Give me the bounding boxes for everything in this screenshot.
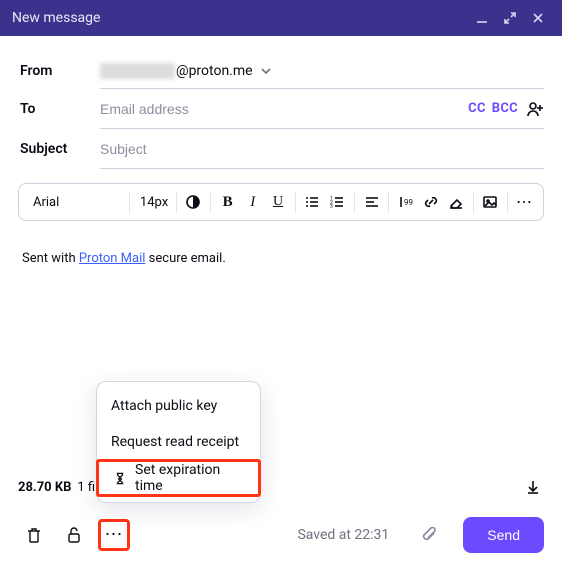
link-icon — [423, 194, 439, 210]
cc-button[interactable]: CC — [468, 101, 486, 116]
signature-suffix: secure email. — [145, 251, 225, 266]
svg-text:3: 3 — [330, 204, 333, 210]
number-list-button[interactable]: 123 — [325, 188, 350, 216]
image-icon — [482, 194, 498, 210]
bullet-list-button[interactable] — [300, 188, 325, 216]
underline-button[interactable]: U — [265, 188, 290, 216]
window-title: New message — [12, 10, 466, 26]
add-contact-icon — [526, 100, 544, 118]
delete-draft-button[interactable] — [18, 519, 50, 551]
align-button[interactable] — [359, 188, 384, 216]
expand-button[interactable] — [498, 6, 522, 30]
insert-image-button[interactable] — [478, 188, 503, 216]
menu-request-read-receipt[interactable]: Request read receipt — [97, 424, 260, 460]
encryption-button[interactable] — [58, 519, 90, 551]
signature: Sent with Proton Mail secure email. — [18, 251, 544, 266]
color-button[interactable] — [181, 188, 206, 216]
lock-open-icon — [65, 526, 83, 544]
align-left-icon — [364, 194, 380, 210]
titlebar: New message — [0, 0, 562, 36]
signature-link[interactable]: Proton Mail — [79, 251, 146, 266]
saved-status: Saved at 22:31 — [297, 527, 389, 543]
more-options-button[interactable]: ⋯ — [98, 519, 130, 551]
format-toolbar: Arial 14px B I U 123 99 — [18, 183, 544, 221]
clear-format-button[interactable] — [444, 188, 469, 216]
contacts-button[interactable] — [526, 98, 544, 120]
more-options-menu: Attach public key Request read receipt S… — [96, 381, 261, 503]
chevron-down-icon — [259, 64, 273, 78]
from-row: From @proton.me — [18, 48, 544, 88]
quote-button[interactable]: 99 — [393, 188, 418, 216]
eraser-icon — [448, 194, 464, 210]
subject-input[interactable] — [100, 131, 544, 167]
signature-prefix: Sent with — [22, 251, 79, 266]
from-value[interactable]: @proton.me — [100, 63, 544, 79]
hourglass-icon — [113, 471, 127, 486]
from-domain: @proton.me — [176, 63, 253, 79]
download-icon — [525, 479, 541, 495]
minimize-icon — [475, 11, 489, 25]
from-label: From — [18, 63, 100, 79]
to-label: To — [18, 101, 100, 117]
attach-file-button[interactable] — [417, 522, 443, 548]
attachments-row: 28.70 KB 1 fil — [0, 467, 562, 507]
send-button[interactable]: Send — [463, 517, 544, 553]
more-format-button[interactable]: ⋯ — [512, 188, 537, 216]
svg-text:99: 99 — [404, 198, 413, 207]
trash-icon — [25, 526, 43, 544]
quote-icon: 99 — [398, 194, 414, 210]
minimize-button[interactable] — [470, 6, 494, 30]
paperclip-icon — [421, 526, 439, 544]
bcc-button[interactable]: BCC — [492, 101, 518, 116]
menu-set-expiration-time[interactable]: Set expiration time — [96, 459, 261, 497]
font-family-select[interactable]: Arial — [25, 195, 125, 210]
to-input[interactable] — [100, 91, 462, 127]
number-list-icon: 123 — [329, 194, 345, 210]
font-size-select[interactable]: 14px — [134, 195, 172, 210]
bullet-list-icon — [304, 194, 320, 210]
expand-icon — [503, 11, 517, 25]
menu-attach-public-key[interactable]: Attach public key — [97, 388, 260, 424]
link-button[interactable] — [418, 188, 443, 216]
subject-label: Subject — [18, 141, 100, 157]
footer: ⋯ Saved at 22:31 Send — [0, 507, 562, 563]
half-circle-icon — [185, 194, 201, 210]
close-button[interactable] — [526, 6, 550, 30]
from-local-blurred — [100, 63, 175, 79]
close-icon — [531, 11, 545, 25]
bold-button[interactable]: B — [215, 188, 240, 216]
italic-button[interactable]: I — [240, 188, 265, 216]
download-attachments-button[interactable] — [522, 476, 544, 498]
attachments-size: 28.70 KB — [18, 480, 71, 495]
